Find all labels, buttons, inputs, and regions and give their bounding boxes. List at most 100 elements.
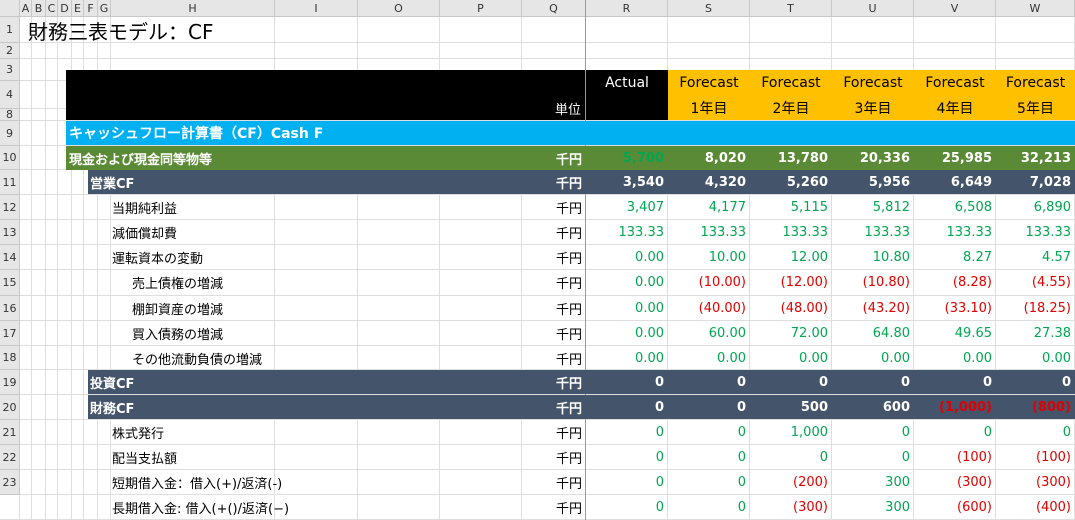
column-header[interactable]: D — [58, 0, 72, 17]
receivables-row-value[interactable]: (8.28) — [914, 270, 996, 295]
inventory-row-value[interactable]: (33.10) — [914, 296, 996, 321]
depreciation-row-value[interactable]: 133.33 — [996, 220, 1075, 245]
column-header[interactable]: E — [72, 0, 84, 17]
depreciation-row-value[interactable]: 133.33 — [832, 220, 914, 245]
operating-cf-row-value[interactable]: 4,320 — [668, 170, 750, 195]
cash-and-equivalents-row-value[interactable]: 8,020 — [668, 146, 750, 171]
column-header[interactable]: W — [996, 0, 1075, 17]
column-header[interactable]: F — [84, 0, 98, 17]
investing-cf-row-value[interactable]: 0 — [750, 370, 832, 395]
investing-cf-row-value[interactable]: 0 — [914, 370, 996, 395]
column-header[interactable]: V — [914, 0, 996, 17]
inventory-row-value[interactable]: 0.00 — [586, 296, 668, 321]
cash-and-equivalents-row-value[interactable]: 5,700 — [586, 146, 668, 171]
financing-cf-row-value[interactable]: (800) — [996, 395, 1075, 420]
cash-and-equivalents-row-value[interactable]: 25,985 — [914, 146, 996, 171]
column-header[interactable]: R — [586, 0, 668, 17]
financing-cf-row-value[interactable]: 0 — [668, 395, 750, 420]
long-term-borrowing-row-value[interactable]: 0 — [668, 495, 750, 520]
other-current-liabilities-row-value[interactable]: 0.00 — [996, 346, 1075, 371]
short-term-borrowing-row-value[interactable]: 300 — [832, 470, 914, 495]
column-header[interactable]: Q — [522, 0, 586, 17]
depreciation-row-value[interactable]: 133.33 — [914, 220, 996, 245]
short-term-borrowing-row-value[interactable]: (200) — [750, 470, 832, 495]
cash-and-equivalents-row-value[interactable]: 20,336 — [832, 146, 914, 171]
inventory-row-value[interactable]: (18.25) — [996, 296, 1075, 321]
payables-row-value[interactable]: 0.00 — [586, 321, 668, 346]
dividends-row-value[interactable]: 0 — [832, 445, 914, 470]
long-term-borrowing-row-value[interactable]: (400) — [996, 495, 1075, 520]
receivables-row-value[interactable]: (4.55) — [996, 270, 1075, 295]
investing-cf-row-value[interactable]: 0 — [668, 370, 750, 395]
row-header[interactable]: 2 — [0, 43, 20, 59]
financing-cf-row-value[interactable]: 500 — [750, 395, 832, 420]
working-capital-row-value[interactable]: 8.27 — [914, 245, 996, 270]
financing-cf-row-value[interactable]: (1,000) — [914, 395, 996, 420]
operating-cf-row-value[interactable]: 5,260 — [750, 170, 832, 195]
row-header[interactable]: 19 — [0, 370, 20, 395]
other-current-liabilities-row-value[interactable]: 0.00 — [914, 346, 996, 371]
investing-cf-row-value[interactable]: 0 — [996, 370, 1075, 395]
row-header[interactable]: 18 — [0, 346, 20, 370]
stock-issuance-row-value[interactable]: 1,000 — [750, 420, 832, 445]
depreciation-row-value[interactable]: 133.33 — [750, 220, 832, 245]
net-income-row-value[interactable]: 5,812 — [832, 195, 914, 220]
long-term-borrowing-row-value[interactable]: 0 — [586, 495, 668, 520]
payables-row-value[interactable]: 64.80 — [832, 321, 914, 346]
depreciation-row-value[interactable]: 133.33 — [668, 220, 750, 245]
row-header[interactable]: 16 — [0, 296, 20, 321]
working-capital-row-value[interactable]: 10.80 — [832, 245, 914, 270]
column-header[interactable]: U — [832, 0, 914, 17]
row-header[interactable]: 15 — [0, 270, 20, 296]
working-capital-row-value[interactable]: 0.00 — [586, 245, 668, 270]
short-term-borrowing-row-value[interactable]: 0 — [586, 470, 668, 495]
column-header[interactable]: B — [32, 0, 46, 17]
working-capital-row-value[interactable]: 4.57 — [996, 245, 1075, 270]
operating-cf-row-value[interactable]: 5,956 — [832, 170, 914, 195]
stock-issuance-row-value[interactable]: 0 — [996, 420, 1075, 445]
short-term-borrowing-row-value[interactable]: (300) — [914, 470, 996, 495]
row-header[interactable]: 9 — [0, 121, 20, 146]
operating-cf-row-value[interactable]: 3,540 — [586, 170, 668, 195]
stock-issuance-row-value[interactable]: 0 — [832, 420, 914, 445]
other-current-liabilities-row-value[interactable]: 0.00 — [668, 346, 750, 371]
select-all-corner[interactable] — [0, 0, 20, 17]
column-header[interactable]: P — [440, 0, 522, 17]
long-term-borrowing-row-value[interactable]: (300) — [750, 495, 832, 520]
column-header[interactable]: G — [98, 0, 111, 17]
inventory-row-value[interactable]: (43.20) — [832, 296, 914, 321]
row-header[interactable]: 12 — [0, 195, 20, 220]
financing-cf-row-value[interactable]: 0 — [586, 395, 668, 420]
depreciation-row-value[interactable]: 133.33 — [586, 220, 668, 245]
dividends-row-value[interactable]: 0 — [586, 445, 668, 470]
row-header[interactable]: 20 — [0, 395, 20, 420]
inventory-row-value[interactable]: (48.00) — [750, 296, 832, 321]
receivables-row-value[interactable]: (12.00) — [750, 270, 832, 295]
short-term-borrowing-row-value[interactable]: 0 — [668, 470, 750, 495]
working-capital-row-value[interactable]: 12.00 — [750, 245, 832, 270]
stock-issuance-row-value[interactable]: 0 — [914, 420, 996, 445]
receivables-row-value[interactable]: (10.80) — [832, 270, 914, 295]
column-header[interactable]: O — [358, 0, 440, 17]
cash-and-equivalents-row-value[interactable]: 13,780 — [750, 146, 832, 171]
cash-and-equivalents-row-value[interactable]: 32,213 — [996, 146, 1075, 171]
receivables-row-value[interactable]: (10.00) — [668, 270, 750, 295]
row-header[interactable]: 3 — [0, 59, 20, 81]
investing-cf-row-value[interactable]: 0 — [586, 370, 668, 395]
dividends-row-value[interactable]: (100) — [996, 445, 1075, 470]
stock-issuance-row-value[interactable]: 0 — [668, 420, 750, 445]
other-current-liabilities-row-value[interactable]: 0.00 — [750, 346, 832, 371]
column-header[interactable]: H — [111, 0, 275, 17]
operating-cf-row-value[interactable]: 7,028 — [996, 170, 1075, 195]
column-header[interactable]: C — [46, 0, 58, 17]
row-header[interactable]: 1 — [0, 17, 20, 43]
row-header[interactable]: 21 — [0, 420, 20, 445]
net-income-row-value[interactable]: 6,890 — [996, 195, 1075, 220]
net-income-row-value[interactable]: 5,115 — [750, 195, 832, 220]
dividends-row-value[interactable]: 0 — [750, 445, 832, 470]
other-current-liabilities-row-value[interactable]: 0.00 — [832, 346, 914, 371]
financing-cf-row-value[interactable]: 600 — [832, 395, 914, 420]
payables-row-value[interactable]: 27.38 — [996, 321, 1075, 346]
working-capital-row-value[interactable]: 10.00 — [668, 245, 750, 270]
row-header[interactable]: 22 — [0, 445, 20, 470]
